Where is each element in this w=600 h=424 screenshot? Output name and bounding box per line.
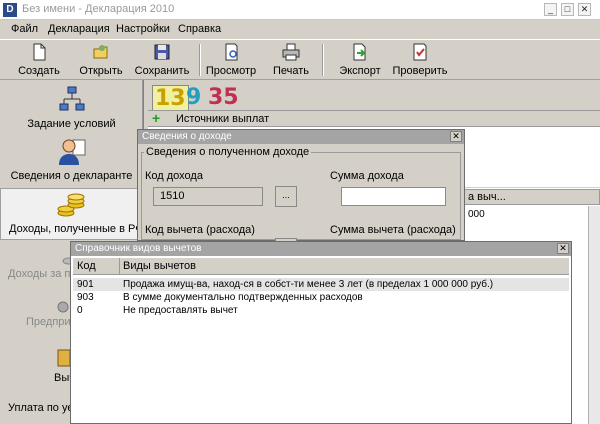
income-code-field[interactable]: 1510	[153, 187, 263, 206]
open-folder-icon	[93, 45, 108, 59]
window-title: Без имени - Декларация 2010	[22, 3, 175, 15]
gear-icon	[57, 301, 69, 313]
flowchart-icon	[59, 86, 84, 111]
app-icon: D	[3, 3, 17, 17]
code-column-header[interactable]: Код	[77, 260, 96, 272]
deductions-list-header: Код Виды вычетов	[73, 258, 569, 275]
menu-settings[interactable]: Настройки	[113, 22, 173, 36]
tax-rate-tabs: 13 9 35	[148, 82, 239, 112]
deduction-kind: Продажа имущ-ва, наход-ся в собст-ти мен…	[123, 279, 494, 290]
income-group-label: Сведения о полученном доходе	[144, 146, 312, 158]
deductions-dialog-title: Справочник видов вычетов	[71, 242, 571, 256]
window-title-bar: D Без имени - Декларация 2010 _ □ ✕	[0, 0, 600, 20]
floppy-disk-icon	[154, 44, 170, 60]
export-label: Экспорт	[339, 65, 381, 77]
open-label: Открыть	[79, 65, 123, 77]
check-button[interactable]: Проверить	[391, 41, 449, 79]
add-source-button[interactable]: +	[152, 111, 160, 126]
export-button[interactable]: Экспорт	[336, 41, 384, 79]
preview-button[interactable]: Просмотр	[203, 41, 259, 79]
toolbar-separator	[322, 44, 324, 76]
deduction-code-label: Код вычета (расхода)	[145, 224, 255, 236]
open-button[interactable]: Открыть	[74, 41, 128, 79]
deduction-kind: В сумме документально подтвержденных рас…	[123, 292, 363, 303]
coins-icon	[57, 193, 84, 217]
close-button[interactable]: ✕	[578, 3, 591, 16]
sources-header-bar: + Источники выплат	[148, 110, 600, 127]
new-document-icon	[33, 43, 46, 61]
sidebar-item-label: Сведения о декларанте	[10, 170, 133, 182]
income-dialog: Сведения о доходе ✕ Сведения о полученно…	[137, 129, 465, 241]
menu-help[interactable]: Справка	[175, 22, 224, 36]
menu-file[interactable]: Файл	[8, 22, 41, 36]
deduction-code: 903	[77, 292, 94, 303]
sidebar-item-label: Задание условий	[27, 118, 116, 130]
income-amount-label: Сумма дохода	[330, 170, 404, 182]
kind-column-header[interactable]: Виды вычетов	[123, 260, 196, 272]
close-icon[interactable]: ✕	[557, 243, 569, 254]
deduction-column-header: а выч...	[463, 189, 600, 205]
income-amount-input[interactable]	[341, 187, 446, 206]
list-item[interactable]: 903 В сумме документально подтвержденных…	[73, 291, 569, 304]
maximize-button[interactable]: □	[561, 3, 574, 16]
sidebar-item-label: Доходы, полученные в РФ	[9, 223, 144, 235]
save-label: Сохранить	[134, 65, 190, 77]
deduction-code: 901	[77, 279, 94, 290]
preview-icon	[225, 43, 238, 61]
menu-declaration[interactable]: Декларация	[45, 22, 113, 36]
list-item[interactable]: 0 Не предоставлять вычет	[73, 304, 569, 317]
export-icon	[353, 43, 366, 61]
close-icon[interactable]: ✕	[450, 131, 462, 142]
deductions-dialog: Справочник видов вычетов ✕ Код Виды выче…	[70, 241, 572, 424]
sources-header: Источники выплат	[176, 113, 270, 125]
minimize-button[interactable]: _	[544, 3, 557, 16]
printer-icon	[282, 43, 300, 61]
print-button[interactable]: Печать	[268, 41, 314, 79]
rate-9-tab[interactable]: 9	[186, 85, 201, 110]
sidebar-item-income-rf[interactable]: Доходы, полученные в РФ	[0, 188, 144, 240]
create-label: Создать	[18, 65, 60, 77]
sidebar-item-conditions[interactable]: Задание условий	[0, 86, 143, 134]
save-button[interactable]: Сохранить	[133, 41, 191, 79]
menu-bar: Файл Декларация Настройки Справка	[0, 20, 600, 39]
preview-label: Просмотр	[205, 65, 257, 77]
toolbar-separator	[199, 44, 201, 76]
income-dialog-title: Сведения о доходе	[138, 130, 464, 144]
deduction-cell: 000	[468, 209, 485, 220]
list-item[interactable]: 901 Продажа имущ-ва, наход-ся в собст-ти…	[73, 278, 569, 291]
deduction-amount-label: Сумма вычета (расхода)	[330, 224, 456, 236]
check-label: Проверить	[392, 65, 448, 77]
rate-13-tab[interactable]: 13	[152, 85, 189, 112]
toolbar: Создать Открыть Сохранить Просмотр Печат…	[0, 39, 600, 80]
sidebar-item-declarant[interactable]: Сведения о декларанте	[0, 136, 143, 186]
print-label: Печать	[272, 65, 310, 77]
income-code-browse-button[interactable]: ...	[275, 186, 297, 207]
income-code-label: Код дохода	[145, 170, 203, 182]
deduction-kind: Не предоставлять вычет	[123, 305, 238, 316]
deduction-code: 0	[77, 305, 83, 316]
vertical-scrollbar[interactable]	[588, 206, 600, 424]
checklist-icon	[413, 43, 427, 61]
person-icon	[58, 139, 85, 165]
create-button[interactable]: Создать	[14, 41, 64, 79]
rate-35-tab[interactable]: 35	[208, 85, 239, 110]
